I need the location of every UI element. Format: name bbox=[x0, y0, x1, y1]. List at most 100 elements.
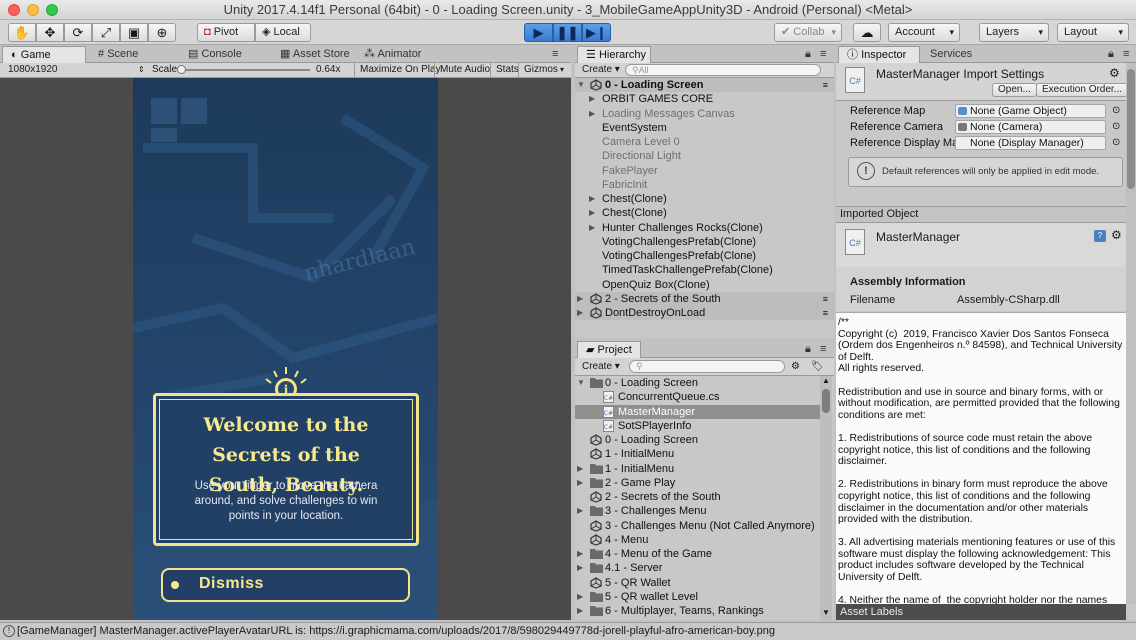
hierarchy-item[interactable]: ▶ DontDestroyOnLoad ≡ bbox=[575, 306, 834, 320]
scale-slider-thumb[interactable] bbox=[177, 65, 186, 74]
expand-arrow-closed-icon[interactable]: ▶ bbox=[577, 476, 583, 490]
maximize-on-play-toggle[interactable]: Maximize On Play bbox=[354, 63, 446, 78]
reference-object-field[interactable]: None (Game Object) bbox=[955, 104, 1106, 118]
hierarchy-item[interactable]: ▶ Loading Messages Canvas bbox=[575, 107, 834, 121]
hierarchy-item[interactable]: ▶ 2 - Secrets of the South ≡ bbox=[575, 291, 834, 306]
open-button[interactable]: Open... bbox=[992, 83, 1037, 97]
project-item[interactable]: 1 - InitialMenu bbox=[575, 447, 820, 461]
layout-dropdown[interactable]: Layout bbox=[1057, 23, 1129, 42]
expand-arrow-closed-icon[interactable]: ▶ bbox=[577, 547, 583, 561]
rotate-tool-icon[interactable]: ⟳ bbox=[64, 23, 92, 42]
filter-by-label-icon[interactable]: 🏷︎ bbox=[811, 360, 824, 374]
project-item[interactable]: ▶ 2 - Game Play bbox=[575, 476, 820, 490]
expand-arrow-closed-icon[interactable]: ▶ bbox=[577, 561, 583, 575]
layers-dropdown[interactable]: Layers bbox=[979, 23, 1049, 42]
scene-options-menu-icon[interactable]: ≡ bbox=[823, 306, 828, 320]
hierarchy-item[interactable]: VotingChallengesPrefab(Clone) bbox=[575, 235, 834, 249]
hierarchy-item[interactable]: EventSystem bbox=[575, 121, 834, 135]
expand-arrow-closed-icon[interactable]: ▶ bbox=[589, 192, 595, 206]
tab-animator[interactable]: ⁂ Animator bbox=[356, 46, 429, 63]
hierarchy-item[interactable]: ▶ Chest(Clone) bbox=[575, 192, 834, 206]
tab-console[interactable]: ▤ Console bbox=[180, 46, 250, 63]
project-scrollbar-thumb[interactable] bbox=[822, 389, 830, 413]
resolution-dropdown[interactable]: 1080x1920 bbox=[8, 63, 58, 77]
tab-services[interactable]: Services bbox=[922, 46, 980, 63]
tab-asset-store[interactable]: ▦ Asset Store bbox=[272, 46, 358, 63]
hierarchy-item[interactable]: FabricInit bbox=[575, 178, 834, 192]
expand-arrow-closed-icon[interactable]: ▶ bbox=[577, 306, 583, 320]
tab-project[interactable]: ▰ Project bbox=[577, 341, 641, 358]
project-item[interactable]: ▶ 5 - QR wallet Level bbox=[575, 590, 820, 604]
close-window-button[interactable] bbox=[8, 4, 20, 16]
collab-dropdown[interactable]: ✔ Collab bbox=[774, 23, 842, 42]
gear-icon[interactable]: ⚙ bbox=[1111, 228, 1122, 242]
panel-menu-icon[interactable]: ≡ bbox=[820, 341, 826, 358]
hierarchy-item[interactable]: OpenQuiz Box(Clone) bbox=[575, 278, 834, 292]
project-item[interactable]: 2 - Secrets of the South bbox=[575, 490, 820, 504]
expand-arrow-open-icon[interactable]: ▼ bbox=[577, 78, 585, 92]
lock-icon[interactable]: 🔒︎ bbox=[805, 341, 811, 358]
panel-menu-icon[interactable]: ≡ bbox=[1123, 46, 1129, 63]
hierarchy-item[interactable]: ▶ Chest(Clone) bbox=[575, 206, 834, 220]
project-item[interactable]: 4 - Menu bbox=[575, 533, 820, 547]
transform-tool-icon[interactable]: ⊕ bbox=[148, 23, 176, 42]
hierarchy-item[interactable]: ▶ ORBIT GAMES CORE bbox=[575, 92, 834, 106]
scene-options-menu-icon[interactable]: ≡ bbox=[823, 78, 828, 92]
mute-audio-toggle[interactable]: Mute Audio bbox=[434, 63, 495, 78]
object-picker-icon[interactable]: ⊙ bbox=[1112, 120, 1120, 134]
reference-object-field[interactable]: None (Display Manager) bbox=[955, 136, 1106, 150]
script-source-preview[interactable]: /** Copyright (c) 2019, Francisco Xavier… bbox=[836, 312, 1126, 604]
gizmos-dropdown[interactable]: Gizmos bbox=[518, 63, 563, 78]
minimize-window-button[interactable] bbox=[27, 4, 39, 16]
hierarchy-item[interactable]: FakePlayer bbox=[575, 164, 834, 178]
component-settings-gear-icon[interactable]: ⚙ bbox=[1109, 66, 1120, 80]
inspector-scrollbar[interactable] bbox=[1126, 63, 1136, 604]
project-item[interactable]: 3 - Challenges Menu (Not Called Anymore) bbox=[575, 519, 820, 533]
project-item[interactable]: C# MasterManager bbox=[575, 404, 820, 419]
status-bar[interactable]: ! [GameManager] MasterManager.activePlay… bbox=[0, 622, 1136, 640]
project-item[interactable]: ▶ 6 - Multiplayer, Teams, Rankings bbox=[575, 604, 820, 618]
expand-arrow-closed-icon[interactable]: ▶ bbox=[577, 292, 583, 306]
hierarchy-search-input[interactable]: ⚲All bbox=[625, 64, 821, 76]
project-item[interactable]: ▶ 3 - Challenges Menu bbox=[575, 504, 820, 518]
rect-tool-icon[interactable]: ▣ bbox=[120, 23, 148, 42]
project-create-dropdown[interactable]: Create ▾ bbox=[582, 360, 620, 374]
object-picker-icon[interactable]: ⊙ bbox=[1112, 104, 1120, 118]
help-book-icon[interactable]: ? bbox=[1094, 230, 1106, 242]
inspector-scrollbar-thumb[interactable] bbox=[1127, 69, 1135, 189]
filter-by-type-icon[interactable]: ⚙ bbox=[791, 360, 800, 374]
tab-scene[interactable]: # Scene bbox=[90, 46, 146, 63]
hierarchy-item[interactable]: Camera Level 0 bbox=[575, 135, 834, 149]
project-scrollbar[interactable]: ▲ ▼ bbox=[820, 376, 832, 620]
project-item[interactable]: ▶ 4 - Menu of the Game bbox=[575, 547, 820, 561]
hierarchy-item[interactable]: ▼ 0 - Loading Screen ≡ bbox=[575, 78, 834, 92]
expand-arrow-closed-icon[interactable]: ▶ bbox=[577, 604, 583, 618]
reference-object-field[interactable]: None (Camera) bbox=[955, 120, 1106, 134]
expand-arrow-closed-icon[interactable]: ▶ bbox=[589, 107, 595, 121]
local-toggle[interactable]: ◈ Local bbox=[255, 23, 311, 42]
expand-arrow-closed-icon[interactable]: ▶ bbox=[589, 92, 595, 106]
execution-order-button[interactable]: Execution Order... bbox=[1036, 83, 1129, 97]
expand-arrow-closed-icon[interactable]: ▶ bbox=[577, 590, 583, 604]
scale-slider-track[interactable] bbox=[180, 69, 310, 71]
pivot-toggle[interactable]: ◘ Pivot bbox=[197, 23, 255, 42]
project-search-input[interactable]: ⚲ bbox=[629, 360, 785, 373]
tab-inspector[interactable]: ⓘ Inspector bbox=[838, 46, 920, 63]
project-item[interactable]: C# ConcurrentQueue.cs bbox=[575, 390, 820, 404]
scroll-down-arrow-icon[interactable]: ▼ bbox=[822, 608, 830, 617]
project-item[interactable]: C# SotSPlayerInfo bbox=[575, 419, 820, 433]
hierarchy-item[interactable]: TimedTaskChallengePrefab(Clone) bbox=[575, 263, 834, 277]
hierarchy-item[interactable]: ▶ Hunter Challenges Rocks(Clone) bbox=[575, 221, 834, 235]
object-picker-icon[interactable]: ⊙ bbox=[1112, 136, 1120, 150]
panel-menu-icon[interactable]: ≡ bbox=[552, 46, 558, 63]
pause-button-icon[interactable]: ❚❚ bbox=[553, 23, 582, 42]
expand-arrow-closed-icon[interactable]: ▶ bbox=[577, 462, 583, 476]
hierarchy-create-dropdown[interactable]: Create ▾ bbox=[582, 63, 620, 77]
expand-arrow-open-icon[interactable]: ▼ bbox=[577, 376, 585, 390]
zoom-window-button[interactable] bbox=[46, 4, 58, 16]
move-tool-icon[interactable]: ✥ bbox=[36, 23, 64, 42]
hierarchy-item[interactable]: VotingChallengesPrefab(Clone) bbox=[575, 249, 834, 263]
play-button-icon[interactable]: ▶ bbox=[524, 23, 553, 42]
project-item[interactable]: 5 - QR Wallet bbox=[575, 576, 820, 590]
project-item[interactable]: ▶ 4.1 - Server bbox=[575, 561, 820, 575]
